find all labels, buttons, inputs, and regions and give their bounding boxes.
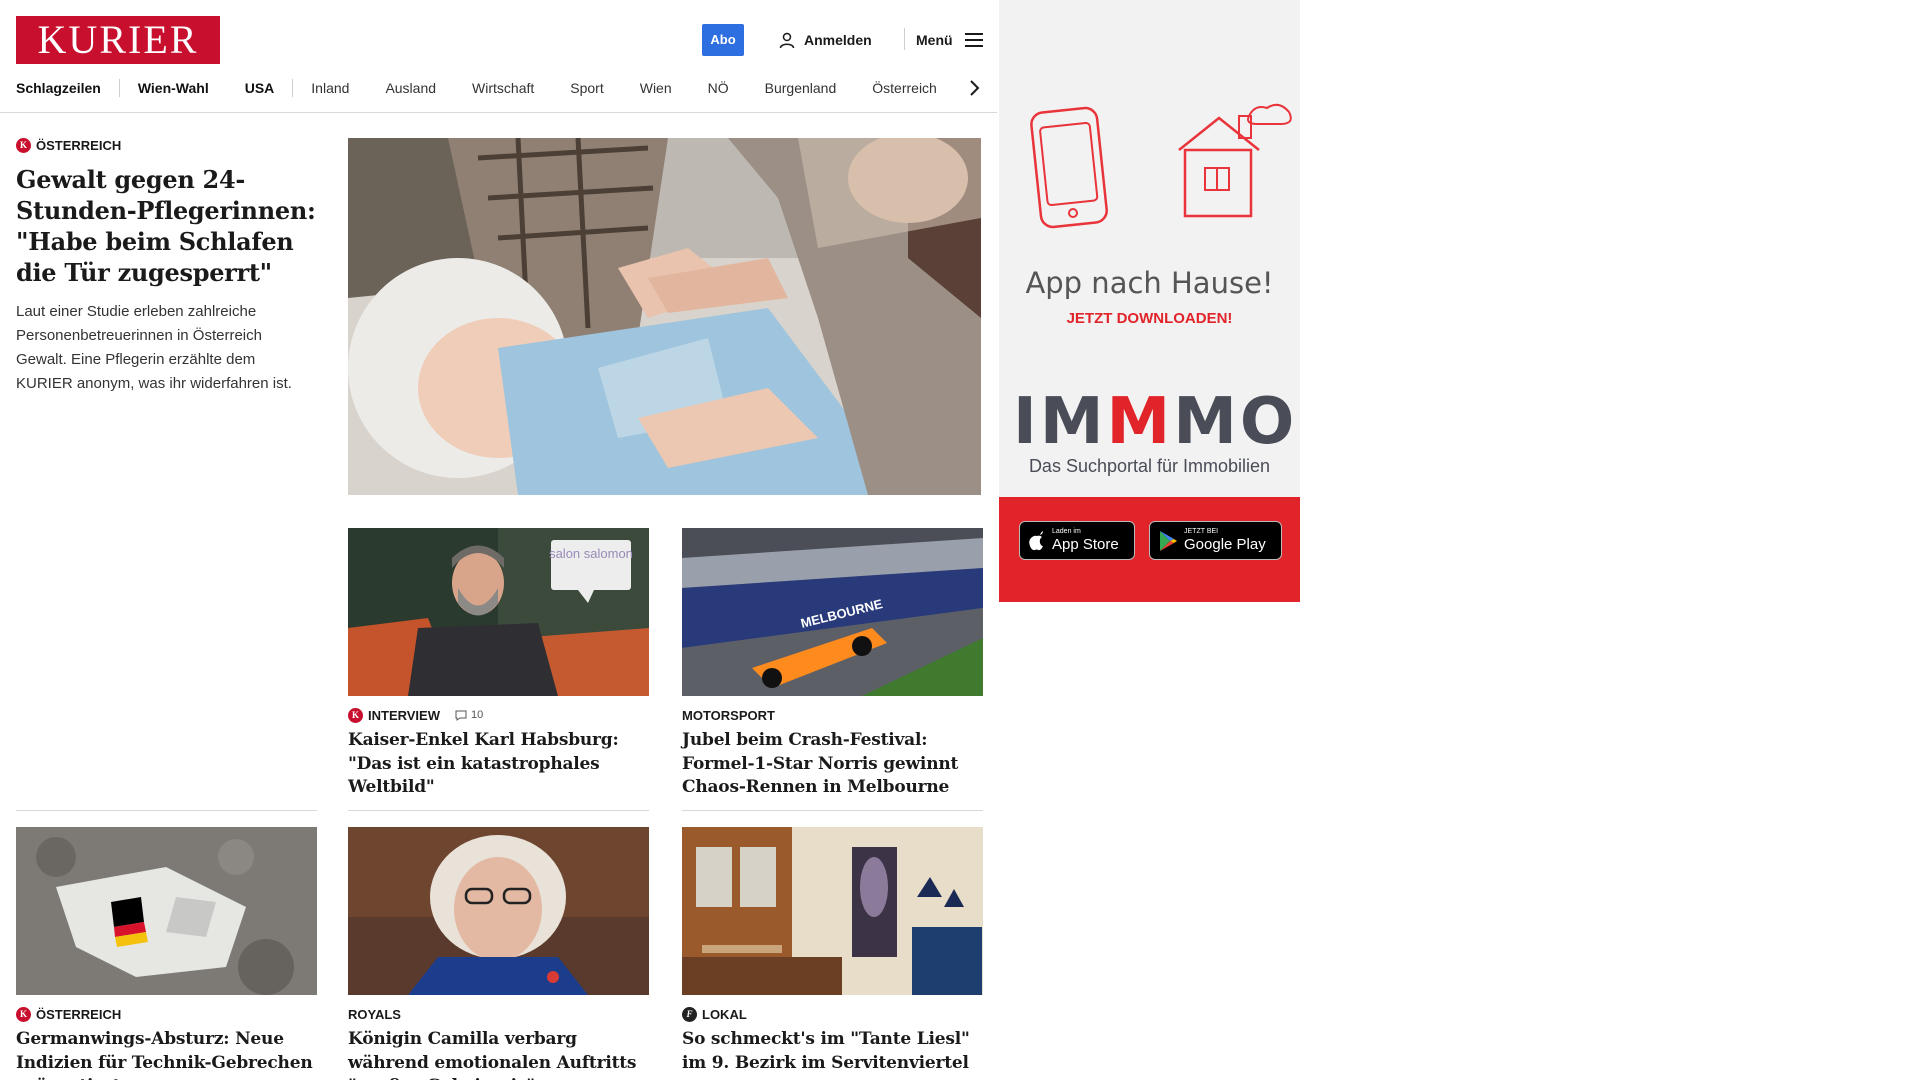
wreckage-photo: [16, 827, 317, 995]
card-image[interactable]: salon salomon: [348, 528, 649, 696]
formula1-photo: MELBOURNE: [682, 528, 983, 696]
kurier-logo[interactable]: KURIER: [16, 16, 220, 64]
card-image[interactable]: [682, 827, 983, 995]
interview-photo: salon salomon: [348, 528, 649, 696]
nav-item-wien[interactable]: Wien: [622, 80, 690, 96]
article-card[interactable]: f LOKAL So schmeckt's im "Tante Liesl" i…: [682, 827, 983, 1075]
nav-item-wirtschaft[interactable]: Wirtschaft: [454, 80, 552, 96]
salon-logo-text: salon salomon: [549, 546, 633, 561]
site-header: KURIER Abo Anmelden Menü Schlagzeilen Wi…: [0, 0, 997, 113]
restaurant-photo: [682, 827, 983, 995]
nav-item-burgenland[interactable]: Burgenland: [747, 80, 855, 96]
nav-item-noe[interactable]: NÖ: [690, 80, 747, 96]
caregiver-photo: [348, 138, 981, 495]
divider-line: [348, 810, 649, 811]
nav-item-oesterreich[interactable]: Österreich: [854, 80, 955, 96]
appstore-small-label: Laden im: [1052, 528, 1081, 535]
abo-button[interactable]: Abo: [702, 24, 744, 56]
divider-line: [682, 810, 983, 811]
login-button[interactable]: Anmelden: [779, 24, 872, 56]
card-meta: MOTORSPORT: [682, 706, 983, 724]
card-title[interactable]: Jubel beim Crash-Festival: Formel-1-Star…: [682, 729, 983, 800]
login-label: Anmelden: [804, 32, 872, 48]
lead-kicker: K ÖSTERREICH: [16, 136, 316, 154]
card-meta: ROYALS: [348, 1005, 649, 1023]
google-play-badge[interactable]: JETZT BEI Google Play: [1149, 521, 1282, 560]
kurier-plus-icon: K: [16, 1006, 31, 1022]
ad-title: App nach Hause!: [1025, 266, 1274, 300]
card-title[interactable]: Königin Camilla verbarg während emotiona…: [348, 1028, 649, 1080]
comments-count[interactable]: 10: [455, 709, 483, 721]
card-kicker: ROYALS: [348, 1006, 401, 1022]
google-play-icon: [1160, 530, 1177, 551]
lead-image[interactable]: [348, 138, 981, 495]
googleplay-small-label: JETZT BEI: [1184, 528, 1219, 535]
immmo-logo: IMMMO: [1013, 385, 1298, 459]
lead-description: Laut einer Studie erleben zahlreiche Per…: [16, 303, 292, 392]
card-kicker: ÖSTERREICH: [36, 1006, 122, 1022]
hamburger-icon: [964, 33, 983, 47]
nav-item-wien-wahl[interactable]: Wien-Wahl: [120, 80, 227, 96]
googleplay-big-label: Google Play: [1184, 536, 1266, 553]
user-icon: [779, 32, 795, 48]
phone-house-illustration: [1030, 103, 1292, 229]
card-kicker: LOKAL: [702, 1006, 747, 1022]
card-image[interactable]: MELBOURNE: [682, 528, 983, 696]
nav-item-inland[interactable]: Inland: [293, 80, 367, 96]
menu-label: Menü: [916, 32, 953, 48]
lead-article[interactable]: K ÖSTERREICH Gewalt gegen 24-Stunden-Pfl…: [16, 136, 316, 396]
comment-icon: [455, 710, 467, 721]
nav-item-sport[interactable]: Sport: [552, 80, 621, 96]
ad-tagline: Das Suchportal für Immobilien: [1028, 456, 1271, 476]
nav-item-ausland[interactable]: Ausland: [367, 80, 454, 96]
kurier-plus-icon: K: [16, 137, 31, 153]
card-title[interactable]: So schmeckt's im "Tante Liesl" im 9. Bez…: [682, 1028, 983, 1075]
card-meta: f LOKAL: [682, 1005, 983, 1023]
lead-kicker-label: ÖSTERREICH: [36, 137, 122, 153]
article-card[interactable]: K ÖSTERREICH Germanwings-Absturz: Neue I…: [16, 827, 317, 1080]
lokal-icon: f: [682, 1006, 697, 1022]
nav-item-schlagzeilen[interactable]: Schlagzeilen: [16, 80, 119, 96]
apple-icon: [1029, 530, 1043, 550]
appstore-big-label: App Store: [1052, 536, 1119, 553]
kurier-plus-icon: K: [348, 707, 363, 723]
royals-photo: [348, 827, 649, 995]
comments-number: 10: [471, 709, 484, 721]
chevron-right-icon[interactable]: [965, 76, 985, 100]
card-kicker: MOTORSPORT: [682, 707, 775, 723]
ad-subtitle: JETZT DOWNLOADEN!: [1066, 310, 1233, 327]
article-card[interactable]: MELBOURNE MOTORSPORT Jubel beim Crash-Fe…: [682, 528, 983, 800]
card-kicker: INTERVIEW: [368, 707, 440, 723]
nav-item-usa[interactable]: USA: [227, 80, 293, 96]
section-nav: Schlagzeilen Wien-Wahl USA Inland Auslan…: [16, 74, 955, 102]
card-title[interactable]: Germanwings-Absturz: Neue Indizien für T…: [16, 1028, 317, 1080]
article-card[interactable]: salon salomon K INTERVIEW 10 Kaiser-Enke…: [348, 528, 649, 800]
header-divider: [904, 28, 905, 50]
card-title[interactable]: Kaiser-Enkel Karl Habsburg: "Das ist ein…: [348, 729, 649, 800]
app-store-badge[interactable]: Laden im App Store: [1019, 521, 1135, 560]
card-image[interactable]: [16, 827, 317, 995]
lead-title[interactable]: Gewalt gegen 24-Stunden-Pflegerinnen: "H…: [16, 164, 316, 288]
card-meta: K ÖSTERREICH: [16, 1005, 317, 1023]
divider-line: [16, 810, 317, 811]
card-meta: K INTERVIEW 10: [348, 706, 649, 724]
menu-button[interactable]: Menü: [916, 24, 983, 56]
card-image[interactable]: [348, 827, 649, 995]
article-card[interactable]: ROYALS Königin Camilla verbarg während e…: [348, 827, 649, 1080]
immmo-ad[interactable]: App nach Hause! JETZT DOWNLOADEN! IMMMO …: [999, 0, 1300, 602]
